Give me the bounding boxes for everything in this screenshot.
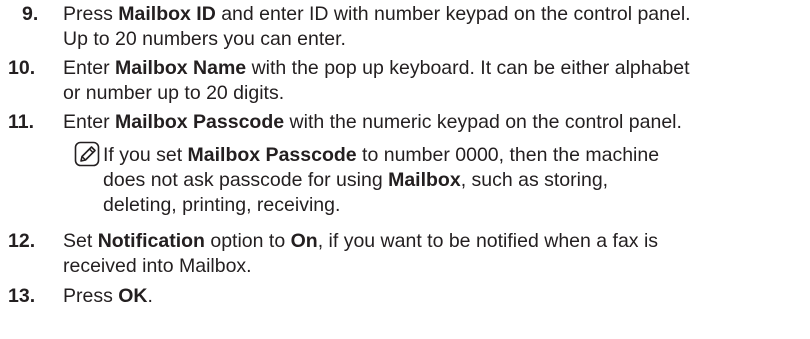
text-run: option to (204, 230, 291, 252)
step-number: 11. (8, 111, 35, 133)
text-line: Press OK. (63, 284, 808, 309)
text-run: Enter (63, 111, 116, 133)
bold-term: Mailbox Passcode (115, 111, 285, 133)
text-run: and enter ID with number keypad on the c… (215, 3, 691, 25)
text-line: Enter Mailbox Name with the pop up keybo… (63, 56, 808, 81)
step-text: Enter Mailbox Name with the pop up keybo… (63, 56, 808, 106)
step-text: Press Mailbox ID and enter ID with numbe… (63, 2, 808, 52)
text-run: or number up to 20 digits. (63, 82, 285, 104)
text-line: Press Mailbox ID and enter ID with numbe… (63, 2, 808, 27)
text-line: or number up to 20 digits. (63, 81, 808, 106)
step-number: 13. (8, 285, 36, 307)
text-run: with the pop up keyboard. It can be eith… (246, 57, 690, 79)
text-line: If you set Mailbox Passcode to number 00… (103, 143, 803, 168)
note-text: If you set Mailbox Passcode to number 00… (103, 143, 803, 218)
text-run: If you set (103, 144, 188, 166)
step-number: 10. (8, 57, 36, 79)
step-text: Set Notification option to On, if you wa… (63, 229, 808, 279)
step-number: 12. (8, 230, 36, 252)
bold-term: Mailbox (388, 169, 461, 191)
text-run: to number 0000, then the machine (356, 144, 660, 166)
bold-term: OK (118, 285, 148, 307)
text-run: received into Mailbox. (63, 255, 252, 277)
bold-term: Notification (97, 230, 205, 252)
note-pencil-icon (74, 141, 100, 167)
text-run: does not ask passcode for using (103, 169, 389, 191)
text-line: Enter Mailbox Passcode with the numeric … (63, 110, 808, 135)
text-line: Set Notification option to On, if you wa… (63, 229, 808, 254)
text-line: deleting, printing, receiving. (103, 193, 803, 218)
text-run: with the numeric keypad on the control p… (284, 111, 682, 133)
text-line: does not ask passcode for using Mailbox,… (103, 168, 803, 193)
text-run: , if you want to be notified when a fax … (317, 230, 659, 252)
step-text: Enter Mailbox Passcode with the numeric … (63, 110, 808, 135)
text-run: Press (63, 285, 119, 307)
bold-term: Mailbox Passcode (187, 144, 357, 166)
bold-term: Mailbox Name (115, 57, 247, 79)
text-run: . (147, 285, 153, 307)
text-line: Up to 20 numbers you can enter. (63, 27, 808, 52)
text-run: Set (63, 230, 98, 252)
step-text: Press OK. (63, 284, 808, 309)
text-run: Enter (63, 57, 116, 79)
bold-term: Mailbox ID (118, 3, 216, 25)
text-run: deleting, printing, receiving. (103, 194, 341, 216)
text-run: Up to 20 numbers you can enter. (63, 28, 346, 50)
text-line: received into Mailbox. (63, 254, 808, 279)
text-run: , such as storing, (460, 169, 609, 191)
text-run: Press (63, 3, 119, 25)
bold-term: On (290, 230, 318, 252)
